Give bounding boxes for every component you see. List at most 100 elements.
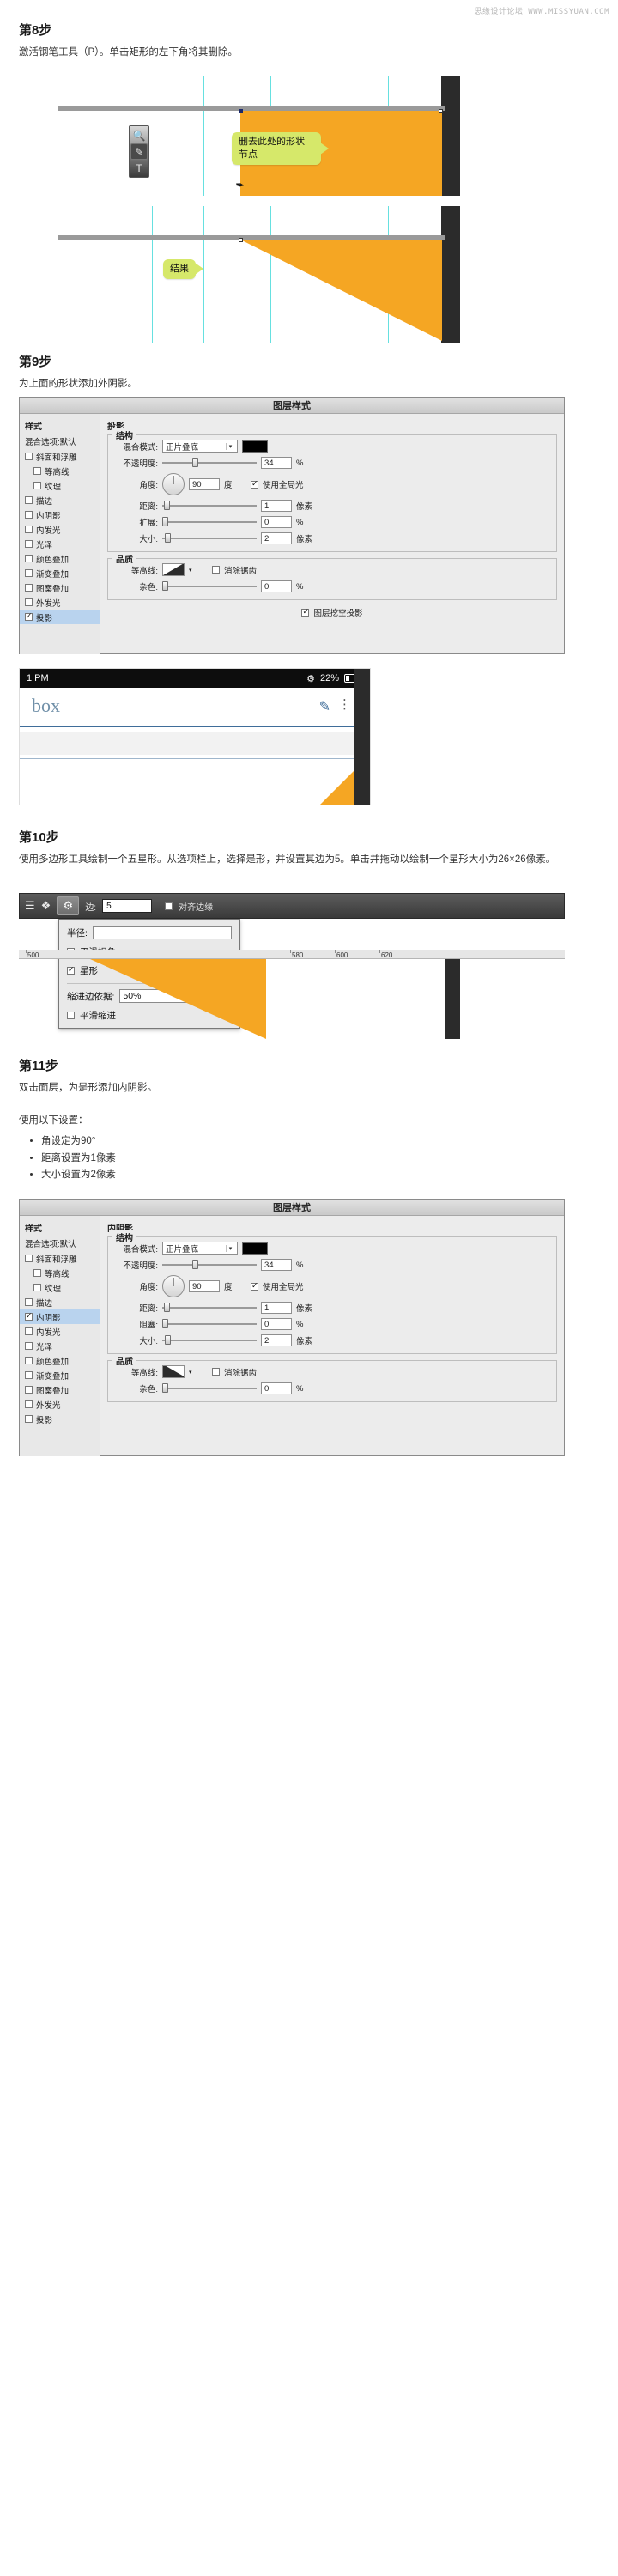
- slider-knob[interactable]: [165, 1335, 172, 1345]
- star-checkbox[interactable]: [67, 965, 75, 975]
- style-item-inner-glow[interactable]: 内发光: [20, 522, 100, 537]
- slider-knob[interactable]: [162, 1383, 168, 1393]
- radius-row[interactable]: 半径:: [67, 926, 232, 939]
- use-global-light-checkbox[interactable]: [251, 1281, 258, 1291]
- style-item-texture[interactable]: 纹理: [20, 478, 100, 493]
- compose-icon[interactable]: ✎: [319, 698, 330, 715]
- choke-slider[interactable]: [162, 1318, 257, 1330]
- checkbox[interactable]: [25, 555, 33, 562]
- checkbox[interactable]: [25, 1327, 33, 1335]
- distance-row[interactable]: 距离: 1 像素: [115, 1302, 549, 1314]
- size-input[interactable]: 2: [261, 1334, 292, 1346]
- chevron-down-icon[interactable]: ▾: [189, 567, 197, 574]
- slider-knob[interactable]: [164, 1303, 171, 1312]
- slider-knob[interactable]: [162, 1319, 168, 1328]
- checkbox[interactable]: [33, 482, 41, 489]
- style-item-outer-glow[interactable]: 外发光: [20, 595, 100, 610]
- text-tool-icon[interactable]: T: [130, 160, 148, 176]
- layer-style-dialog-inner-shadow[interactable]: 图层样式 样式 混合选项:默认 斜面和浮雕 等高线 纹理 描边 ✓ 内阴影 内发…: [19, 1199, 565, 1456]
- layers-icon[interactable]: ❖: [41, 899, 52, 913]
- style-item-inner-shadow[interactable]: 内阴影: [20, 507, 100, 522]
- shape-anchor-point-right[interactable]: [439, 109, 443, 113]
- style-item-color-overlay[interactable]: 颜色叠加: [20, 551, 100, 566]
- blend-mode-row[interactable]: 混合模式: 正片叠底 ▾: [115, 1242, 549, 1255]
- style-item-drop-shadow[interactable]: 投影: [20, 1412, 100, 1426]
- antialias-checkbox[interactable]: [212, 1368, 220, 1376]
- choke-row[interactable]: 阻塞: 0 %: [115, 1318, 549, 1330]
- checkbox[interactable]: [25, 1342, 33, 1350]
- checkbox[interactable]: [25, 1400, 33, 1408]
- slider-knob[interactable]: [192, 458, 199, 467]
- checkbox[interactable]: [25, 453, 33, 460]
- spread-row[interactable]: 扩展: 0 %: [115, 516, 549, 528]
- noise-slider[interactable]: [162, 1382, 257, 1394]
- distance-row[interactable]: 距离: 1 像素: [115, 500, 549, 512]
- blend-mode-row[interactable]: 混合模式: 正片叠底 ▾: [115, 440, 549, 453]
- angle-dial[interactable]: [162, 1275, 185, 1297]
- checkbox[interactable]: [25, 526, 33, 533]
- style-item-bevel[interactable]: 斜面和浮雕: [20, 1251, 100, 1266]
- checkbox[interactable]: [25, 1311, 33, 1321]
- noise-input[interactable]: 0: [261, 580, 292, 592]
- knockout-checkbox[interactable]: [301, 607, 310, 617]
- size-input[interactable]: 2: [261, 532, 292, 544]
- noise-row[interactable]: 杂色: 0 %: [115, 580, 549, 592]
- knockout-row[interactable]: 图层挖空投影: [107, 606, 557, 618]
- checkbox[interactable]: [25, 511, 33, 519]
- drop-shadow-settings-panel[interactable]: 投影 结构 混合模式: 正片叠底 ▾ 不透明度: 34 % 角度: 90 度 ✓…: [100, 414, 564, 654]
- checkbox[interactable]: [25, 540, 33, 548]
- opacity-row[interactable]: 不透明度: 34 %: [115, 1259, 549, 1271]
- choke-input[interactable]: 0: [261, 1318, 292, 1330]
- chevron-down-icon[interactable]: ▾: [189, 1369, 197, 1376]
- style-item-gradient-overlay[interactable]: 渐变叠加: [20, 566, 100, 580]
- pen-tool-icon[interactable]: ✎: [130, 143, 148, 160]
- style-item-outer-glow[interactable]: 外发光: [20, 1397, 100, 1412]
- checkbox[interactable]: [25, 496, 33, 504]
- zoom-tool-icon[interactable]: 🔍: [130, 127, 148, 143]
- checkbox[interactable]: [33, 467, 41, 475]
- align-icon[interactable]: ☰: [25, 899, 35, 913]
- size-slider[interactable]: [162, 532, 257, 544]
- angle-dial[interactable]: [162, 473, 185, 495]
- shape-anchor-point-left[interactable]: [239, 109, 243, 113]
- shadow-color-swatch[interactable]: [242, 1242, 268, 1255]
- opacity-slider[interactable]: [162, 1259, 257, 1271]
- inner-shadow-settings-panel[interactable]: 内阴影 结构 混合模式: 正片叠底 ▾ 不透明度: 34 % 角度: 90 度 …: [100, 1216, 564, 1456]
- distance-input[interactable]: 1: [261, 500, 292, 512]
- angle-input[interactable]: 90: [189, 478, 220, 490]
- style-item-stroke[interactable]: 描边: [20, 1295, 100, 1309]
- contour-preview[interactable]: [162, 563, 185, 576]
- radius-input[interactable]: [92, 926, 232, 939]
- style-item-drop-shadow[interactable]: 投影: [20, 610, 100, 624]
- distance-input[interactable]: 1: [261, 1302, 292, 1314]
- overflow-menu-icon[interactable]: ⋮: [338, 696, 351, 712]
- style-item-pattern-overlay[interactable]: 图案叠加: [20, 580, 100, 595]
- style-item-bevel[interactable]: 斜面和浮雕: [20, 449, 100, 464]
- opacity-input[interactable]: 34: [261, 457, 292, 469]
- blend-mode-select[interactable]: 正片叠底 ▾: [162, 1242, 238, 1255]
- contour-row[interactable]: 等高线: ▾ 消除锯齿: [115, 563, 549, 576]
- checkbox[interactable]: [33, 1284, 41, 1291]
- checkbox[interactable]: [25, 611, 33, 621]
- checkbox[interactable]: [25, 584, 33, 592]
- opacity-slider[interactable]: [162, 457, 257, 469]
- checkbox[interactable]: [33, 1269, 41, 1277]
- contour-row[interactable]: 等高线: ▾ 消除锯齿: [115, 1365, 549, 1378]
- distance-slider[interactable]: [162, 500, 257, 512]
- opacity-row[interactable]: 不透明度: 34 %: [115, 457, 549, 469]
- checkbox[interactable]: [25, 1371, 33, 1379]
- snap-edges-checkbox[interactable]: [165, 902, 173, 910]
- angle-row[interactable]: 角度: 90 度 使用全局光: [115, 1275, 549, 1297]
- slider-knob[interactable]: [162, 581, 168, 591]
- style-item-satin[interactable]: 光泽: [20, 537, 100, 551]
- angle-input[interactable]: 90: [189, 1280, 220, 1292]
- noise-input[interactable]: 0: [261, 1382, 292, 1394]
- checkbox[interactable]: [25, 1386, 33, 1394]
- slider-knob[interactable]: [192, 1260, 199, 1269]
- checkbox[interactable]: [25, 598, 33, 606]
- gear-icon[interactable]: ⚙: [57, 896, 80, 915]
- use-global-light-checkbox[interactable]: [251, 479, 258, 489]
- style-item-stroke[interactable]: 描边: [20, 493, 100, 507]
- slider-knob[interactable]: [165, 533, 172, 543]
- style-item-color-overlay[interactable]: 颜色叠加: [20, 1353, 100, 1368]
